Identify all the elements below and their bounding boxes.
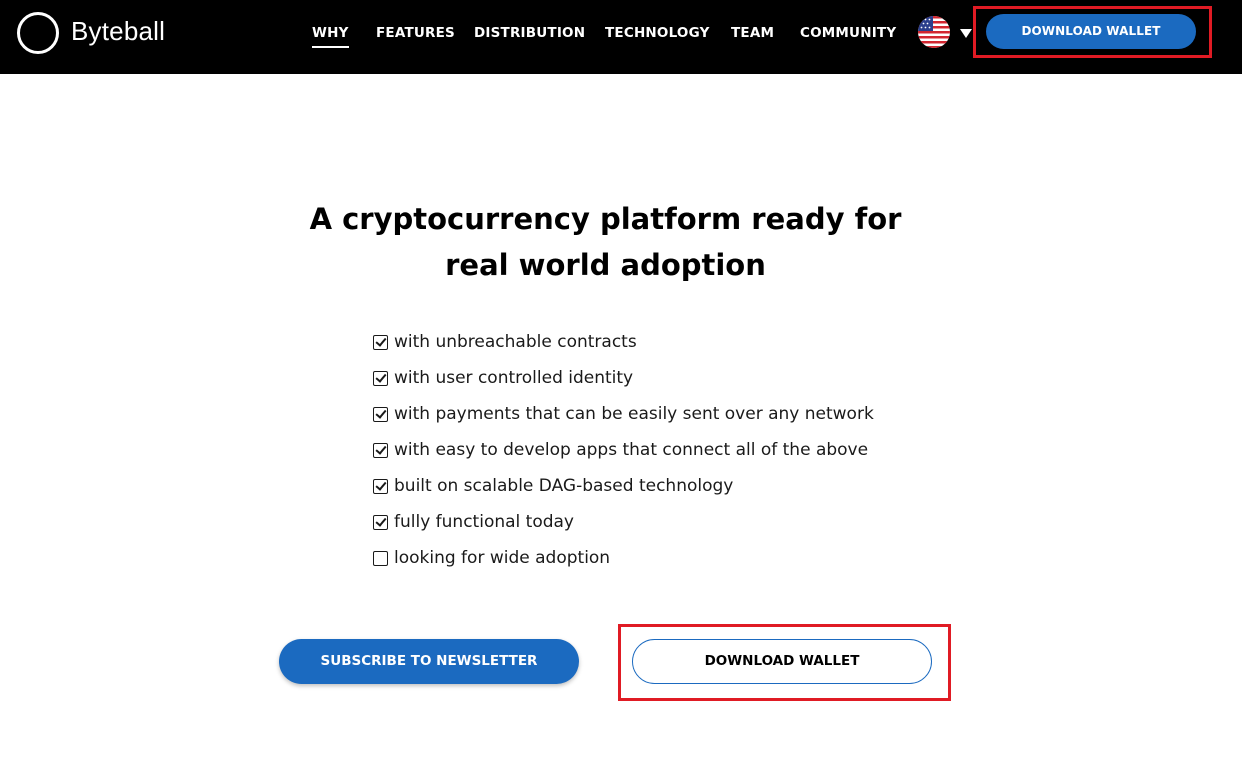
hero-download-wallet-button[interactable]: DOWNLOAD WALLET [632,639,932,684]
unchecked-box-icon [373,550,388,566]
checklist-item: built on scalable DAG-based technology [373,468,874,504]
checklist-item: with user controlled identity [373,360,874,396]
checklist-item: fully functional today [373,504,874,540]
nav-item-team[interactable]: TEAM [731,25,774,41]
top-navbar: Byteball WHY FEATURES DISTRIBUTION TECHN… [0,0,1242,74]
checklist-item-text: built on scalable DAG-based technology [394,476,734,496]
checklist-item: with payments that can be easily sent ov… [373,396,874,432]
brand-logo[interactable]: Byteball [17,12,165,54]
checklist-item: with unbreachable contracts [373,324,874,360]
checked-box-icon [373,442,388,458]
checklist-item: with easy to develop apps that connect a… [373,432,874,468]
header-download-wallet-button[interactable]: DOWNLOAD WALLET [986,14,1196,49]
checklist-item-text: looking for wide adoption [394,548,611,568]
feature-checklist: with unbreachable contracts with user co… [373,324,874,576]
checklist-item-text: fully functional today [394,512,574,532]
checklist-item-text: with user controlled identity [394,368,634,388]
brand-name: Byteball [71,15,166,46]
subscribe-newsletter-button[interactable]: SUBSCRIBE TO NEWSLETTER [279,639,579,684]
hero-title-line-2: real world adoption [445,248,766,282]
nav-item-technology[interactable]: TECHNOLOGY [605,25,710,41]
checked-box-icon [373,478,388,494]
hero-title: A cryptocurrency platform ready for real… [0,196,1211,288]
nav-item-features[interactable]: FEATURES [376,25,455,41]
language-dropdown-chevron-icon[interactable] [960,29,972,38]
hero-title-line-1: A cryptocurrency platform ready for [309,202,902,236]
checked-box-icon [373,406,388,422]
nav-item-community[interactable]: COMMUNITY [800,25,896,41]
checklist-item-text: with payments that can be easily sent ov… [394,404,874,424]
checklist-item: looking for wide adoption [373,540,874,576]
nav-item-distribution[interactable]: DISTRIBUTION [474,25,585,41]
checklist-item-text: with unbreachable contracts [394,332,637,352]
checked-box-icon [373,514,388,530]
checked-box-icon [373,334,388,350]
nav-item-why[interactable]: WHY [312,25,349,48]
checked-box-icon [373,370,388,386]
us-flag-icon[interactable] [918,16,950,48]
checklist-item-text: with easy to develop apps that connect a… [394,440,869,460]
logo-circle-icon [17,12,59,54]
